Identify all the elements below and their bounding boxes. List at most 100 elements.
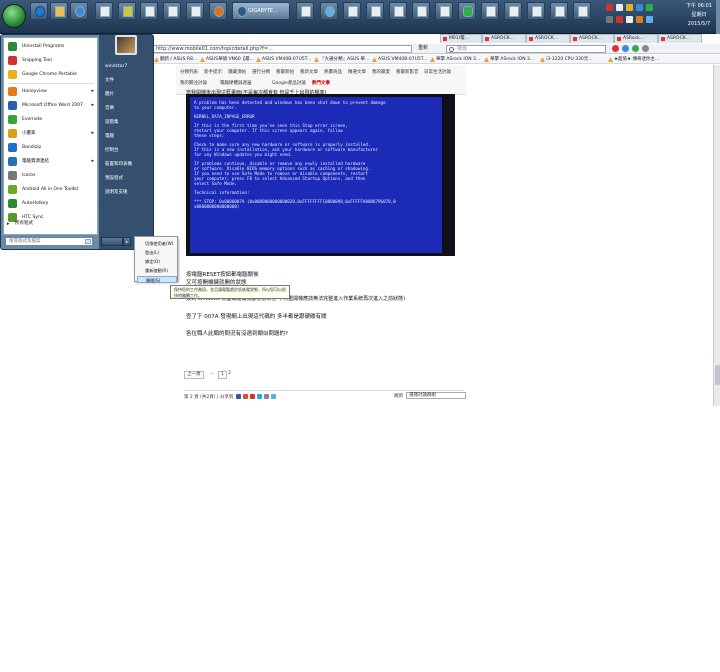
start-menu-link[interactable]: 說明及支援 [103, 187, 153, 199]
bookmark-3[interactable]: ASUS VM40B-07U5T... [256, 55, 311, 64]
start-menu-item[interactable]: 小畫家 ▸ [6, 127, 96, 140]
explorer-taskbar-button[interactable] [50, 2, 68, 20]
twitter-icon[interactable] [257, 394, 262, 399]
tray-app-icon-5[interactable] [616, 16, 623, 23]
clock[interactable]: 下午 06:01 星期日 2015/5/7 [684, 2, 714, 29]
tab-5[interactable]: ASRock... [614, 34, 658, 43]
forum-nav-link[interactable]: 日常生活討論 [424, 69, 451, 75]
document-taskbar-button-8[interactable] [389, 2, 407, 20]
bookmark-1[interactable]: 翻新 / ASUS R8... [154, 55, 197, 64]
document-taskbar-button-10[interactable] [435, 2, 453, 20]
shutdown-menu-item[interactable]: 重新啟動(R) [137, 267, 177, 274]
tray-app-icon-7[interactable] [646, 16, 653, 23]
start-menu-link[interactable]: 音樂 [103, 103, 153, 115]
forum-nav-link[interactable]: Google產品討論 [272, 80, 306, 86]
google-plus-icon[interactable] [243, 394, 248, 399]
photo-taskbar-button[interactable] [118, 2, 136, 20]
tray-app-icon-1[interactable] [626, 4, 633, 11]
document-taskbar-button-11[interactable] [481, 2, 499, 20]
start-menu-item[interactable]: Bandizip [6, 141, 96, 154]
active-browser-taskbar-button[interactable]: GIGABYTE... [232, 2, 290, 20]
document-taskbar-button-5[interactable] [296, 2, 314, 20]
start-menu-item[interactable]: Google Chrome Portable [6, 68, 96, 81]
forum-nav-link[interactable]: 看最新帖 [276, 69, 294, 75]
document-taskbar-button-15[interactable] [573, 2, 591, 20]
start-menu-link[interactable]: 文件 [103, 75, 153, 87]
start-menu-item[interactable]: Evernote [6, 113, 96, 126]
start-menu-link[interactable]: windstar7 [103, 61, 153, 73]
forum-nav-link[interactable]: 我的最愛 [372, 69, 390, 75]
bookmark-4[interactable]: 『大通分類』ASUS 華... [314, 55, 369, 64]
bookmark-5[interactable]: ASUS VM40B-07U5T... [372, 55, 427, 64]
start-menu-item[interactable]: AutoHotkey [6, 197, 96, 210]
forum-nav-link[interactable]: 隱藏頂帖 [228, 69, 246, 75]
firefox-taskbar-button[interactable] [209, 2, 227, 20]
scroll-thumb[interactable] [715, 365, 720, 385]
ie-taskbar-button[interactable] [30, 2, 48, 20]
start-menu-link[interactable]: 控制台 [103, 145, 153, 157]
tab-2[interactable]: ASROCK... [482, 34, 526, 43]
media-taskbar-button[interactable] [70, 2, 88, 20]
forum-nav-link[interactable]: 看最新影音 [396, 69, 419, 75]
shutdown-button[interactable] [101, 237, 123, 246]
forum-nav-link[interactable]: 熱賣商品 [324, 69, 342, 75]
search-input[interactable]: 搜尋 [446, 45, 606, 53]
pager-page-2[interactable]: 2 [226, 371, 233, 379]
document-taskbar-button-12[interactable] [504, 2, 522, 20]
start-menu-link[interactable]: 電腦 [103, 131, 153, 143]
start-menu-link[interactable]: 圖片 [103, 89, 153, 101]
document-taskbar-button-9[interactable] [412, 2, 430, 20]
menu-icon[interactable] [642, 45, 649, 52]
print-icon[interactable] [271, 394, 276, 399]
document-taskbar-button-4[interactable] [186, 2, 204, 20]
document-taskbar-button-3[interactable] [163, 2, 181, 20]
start-menu-item[interactable]: Microsoft Office Word 2007 ▸ [6, 99, 96, 112]
start-menu-item[interactable]: Honeyview ▸ [6, 85, 96, 98]
all-programs-button[interactable]: ▸ 所有程式 [3, 219, 93, 229]
tab-1[interactable]: M01/電... [440, 34, 482, 43]
document-taskbar-button-2[interactable] [140, 2, 158, 20]
refresh-button[interactable]: 重新 [418, 45, 436, 53]
start-search-input[interactable]: 搜尋程式及檔案 [5, 237, 93, 246]
goto-forum-select[interactable]: 選擇討論群組 [406, 392, 466, 399]
document-taskbar-button-7[interactable] [366, 2, 384, 20]
document-taskbar-button-6[interactable] [343, 2, 361, 20]
home-icon[interactable] [622, 45, 629, 52]
cloud-taskbar-button[interactable] [320, 2, 338, 20]
tray-app-icon-6[interactable] [636, 16, 643, 23]
show-desktop-button[interactable] [716, 0, 720, 34]
shutdown-options-button[interactable]: ▸ [123, 237, 131, 246]
tab-4[interactable]: ASROCK... [570, 34, 614, 43]
forum-nav-link[interactable]: 分類列表 [180, 69, 198, 75]
start-menu-link[interactable]: 預設程式 [103, 173, 153, 185]
bookmark-8[interactable]: i3-3220 CPU 330元... [540, 55, 593, 64]
user-avatar[interactable] [115, 35, 137, 55]
tray-alert-icon[interactable] [606, 4, 613, 11]
bookmark-7[interactable]: 華擎 ASrock ION 3... [484, 55, 534, 64]
forum-nav-link[interactable]: 看新文章 [300, 69, 318, 75]
start-menu-link[interactable]: 裝置和印表機 [103, 159, 153, 171]
tab-3[interactable]: ASROCK... [526, 34, 570, 43]
start-menu-item[interactable]: Android All in One Toolkit [6, 183, 96, 196]
forum-nav-link[interactable]: 精選文章 [348, 69, 366, 75]
forum-nav-link[interactable]: 我的關注討論 [180, 80, 207, 86]
tray-app-icon-3[interactable] [646, 4, 653, 11]
tray-volume-icon[interactable] [626, 16, 633, 23]
page-scrollbar[interactable] [713, 65, 720, 406]
bookmark-2[interactable]: ASUS華碩 VN60【最... [200, 55, 254, 64]
plurk-icon[interactable] [250, 394, 255, 399]
document-taskbar-button-1[interactable] [95, 2, 113, 20]
bookmark-6[interactable]: 華擎 ASrock ION 3... [430, 55, 480, 64]
forum-nav-link-hot[interactable]: 熱門文章 [312, 80, 330, 86]
start-menu-item[interactable]: Icaros [6, 169, 96, 182]
tray-network-icon[interactable] [616, 4, 623, 11]
tray-app-icon-4[interactable] [606, 16, 613, 23]
stop-icon[interactable] [612, 45, 619, 52]
shutdown-menu-item[interactable]: 睡眠(S) [137, 276, 177, 283]
forum-nav-link[interactable]: 電腦硬體與週邊 [220, 80, 252, 86]
bookmark-9[interactable]: ★超值★ 傳奇迷你主... [608, 55, 659, 64]
start-menu-item[interactable]: Uninstall Programs [6, 40, 96, 53]
document-taskbar-button-14[interactable] [550, 2, 568, 20]
document-taskbar-button-13[interactable] [527, 2, 545, 20]
line-taskbar-button[interactable] [458, 2, 476, 20]
